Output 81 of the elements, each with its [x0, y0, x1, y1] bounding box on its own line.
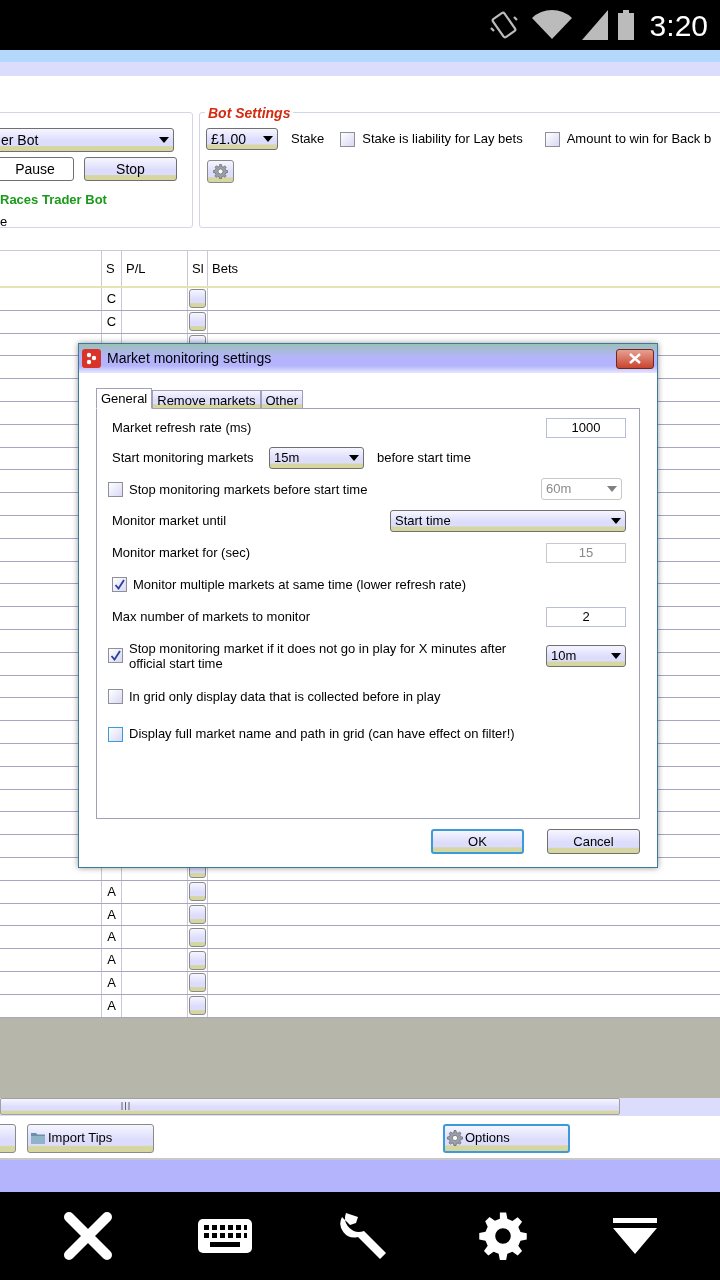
table-cell-text: A [107, 928, 116, 947]
table-cell-text: A [107, 882, 116, 901]
battery-icon [617, 10, 634, 40]
checkbox[interactable] [108, 726, 123, 742]
checkbox[interactable] [108, 689, 123, 704]
column-header: Sl [192, 259, 204, 278]
tab[interactable]: General [96, 388, 153, 409]
dropdown[interactable]: Start time [390, 510, 626, 532]
dropdown[interactable]: er Bot [0, 128, 174, 152]
dialog-button[interactable]: Cancel [547, 829, 640, 854]
caret-icon [159, 137, 169, 143]
clock: 3:20 [649, 7, 708, 44]
status-text: e [0, 212, 9, 231]
field-label: Monitor market for (sec) [112, 544, 250, 563]
close-icon [629, 353, 641, 364]
checkbox[interactable] [108, 648, 123, 663]
dropdown[interactable]: 15m [269, 446, 364, 469]
table-cell-text: A [107, 905, 116, 924]
pause-button[interactable]: Pause [0, 157, 74, 181]
close-button[interactable] [616, 348, 654, 369]
table-cell-text: A [107, 951, 116, 970]
checkbox[interactable] [544, 131, 560, 147]
row-button[interactable] [189, 904, 206, 924]
checkbox-label: Stake is liability for Lay bets [362, 130, 523, 149]
input-field[interactable]: 2 [546, 607, 626, 627]
row-button[interactable] [189, 882, 206, 902]
dropdown[interactable]: 10m [546, 644, 626, 667]
checkbox-label: Stop monitoring markets before start time [129, 481, 368, 497]
tab[interactable]: Remove markets [152, 390, 261, 408]
checkbox-label: Monitor multiple markets at same time (lower refresh rate) [133, 575, 467, 594]
check-icon [114, 579, 125, 590]
table-cell-text: C [106, 290, 117, 309]
field-label: Market refresh rate (ms) [112, 419, 252, 438]
dialog-title: Market monitoring settings [107, 349, 273, 368]
toolbar-button[interactable]: Options [443, 1123, 570, 1153]
dropdown[interactable]: £1.00 [206, 128, 278, 150]
folder-icon [30, 1131, 46, 1145]
tab[interactable]: Other [260, 390, 303, 408]
field-label: Max number of markets to monitor [112, 608, 310, 627]
gear-icon[interactable] [477, 1210, 528, 1261]
input-field[interactable]: 1000 [546, 418, 626, 438]
gear-icon [447, 1130, 463, 1146]
table-cell-text: A [107, 996, 116, 1015]
field-label: Start monitoring markets [112, 448, 255, 467]
signal-icon [581, 10, 608, 40]
wifi-icon [531, 10, 572, 40]
row-button[interactable] [189, 927, 206, 947]
caret-icon [349, 454, 359, 461]
keyboard-icon[interactable] [198, 1218, 253, 1253]
row-button[interactable] [189, 312, 206, 332]
row-button[interactable] [189, 289, 206, 309]
dialog-button[interactable]: OK [431, 829, 524, 854]
column-header: S [106, 259, 115, 278]
table-cell-text: A [107, 974, 116, 993]
stake-label: Stake [291, 130, 325, 149]
row-button[interactable] [189, 996, 206, 1016]
checkbox-label: In grid only display data that is collected before in play [129, 687, 441, 706]
checkbox-label: Amount to win for Back b [566, 130, 712, 149]
collapse-icon[interactable] [613, 1217, 658, 1254]
caret-icon [611, 518, 621, 524]
caret-icon [263, 136, 273, 142]
table-cell-text: C [106, 312, 117, 331]
toolbar-button[interactable]: Import Tips [27, 1123, 154, 1153]
row-button[interactable] [189, 950, 206, 970]
check-icon [110, 650, 121, 661]
column-header: Bets [212, 259, 238, 278]
settings-button[interactable] [207, 160, 234, 183]
checkbox-label: Display full market name and path in grid (can have effect on filter!) [129, 725, 515, 744]
field-label: Monitor market until [112, 512, 227, 531]
close-icon[interactable] [62, 1210, 113, 1261]
gear-icon [213, 164, 228, 179]
bot-name: Races Trader Bot [0, 191, 108, 209]
grip-icon [121, 1102, 130, 1110]
checkbox[interactable] [340, 131, 356, 147]
checkbox-label: Stop monitoring market if it does not go in play for X minutes after official start time [129, 640, 508, 671]
checkbox[interactable] [112, 577, 127, 592]
row-button[interactable] [189, 973, 206, 993]
stop-button[interactable]: Stop [84, 157, 177, 181]
field-suffix: before start time [377, 448, 471, 467]
app-icon [82, 349, 101, 368]
column-header: P/L [126, 259, 146, 278]
